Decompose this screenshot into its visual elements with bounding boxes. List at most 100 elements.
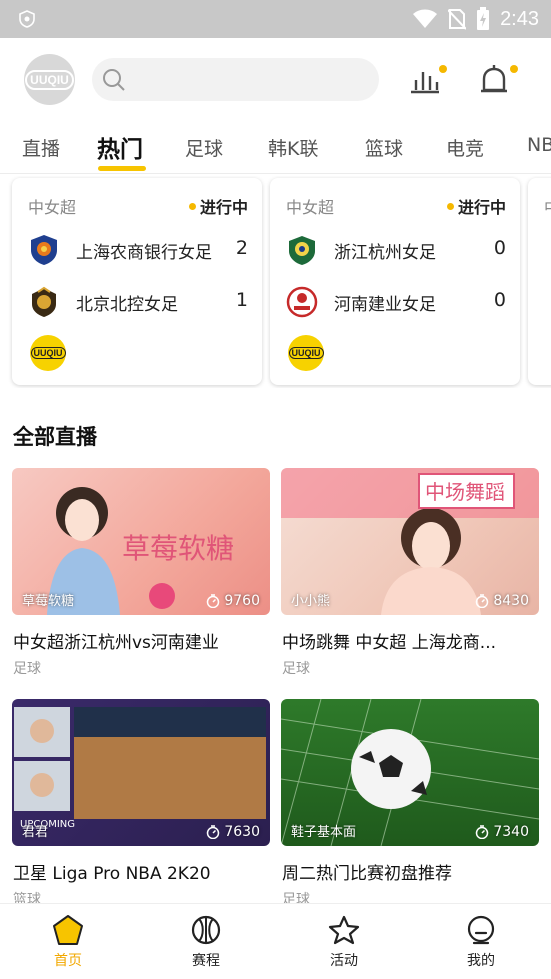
stream-thumbnail: 中场舞蹈 小小熊 8430 [281, 468, 539, 615]
team-crest-icon [286, 286, 318, 318]
viewer-count-text: 9760 [224, 593, 260, 609]
match-status: 进行中 [188, 194, 248, 218]
league-name: 中女超 [28, 198, 77, 217]
tab-esports[interactable]: 电竞 [446, 134, 484, 161]
viewer-count-text: 7630 [224, 824, 260, 840]
wifi-icon [413, 9, 438, 28]
star-icon [328, 915, 360, 945]
viewer-icon [476, 594, 489, 608]
broadcaster-badge: UUQIU [30, 335, 66, 371]
tab-live[interactable]: 直播 [22, 134, 60, 161]
battery-charging-icon [477, 7, 490, 30]
viewer-icon [207, 594, 220, 608]
viewer-icon [207, 825, 220, 839]
stream-category: 足球 [13, 661, 41, 677]
logo-text: UUQIU [25, 69, 74, 90]
tab-nba[interactable]: NBA [527, 134, 551, 156]
badge-text: UUQIU [288, 347, 324, 359]
home-team-row: 浙江杭州女足 0 [286, 232, 506, 268]
bell-icon [481, 65, 507, 93]
nav-schedule[interactable]: 赛程 [146, 904, 266, 979]
thumbnail-overlay-text: 草莓软糖 [122, 532, 234, 565]
section-title: 全部直播 [13, 425, 97, 449]
viewer-count-text: 7340 [493, 824, 529, 840]
nav-activity[interactable]: 活动 [284, 904, 404, 979]
team-crest-icon [289, 236, 315, 265]
stream-title: 周二热门比赛初盘推荐 [282, 864, 452, 884]
streamer-name: 小小熊 [291, 594, 331, 609]
match-card-partial[interactable]: 中 [528, 178, 551, 385]
profile-icon [467, 915, 495, 945]
ranking-button[interactable] [405, 60, 447, 100]
team-score: 2 [235, 237, 248, 259]
team-name: 上海农商银行女足 [76, 243, 212, 263]
team-name: 浙江杭州女足 [334, 243, 436, 263]
live-dot [446, 202, 454, 210]
basketball-icon [191, 915, 221, 945]
team-score: 0 [493, 237, 506, 259]
nav-label: 首页 [54, 953, 82, 969]
live-stream-card[interactable]: 鞋子基本面 7340 周二热门比赛初盘推荐 足球 [281, 699, 539, 908]
streamer-name: 君君 [22, 825, 49, 840]
league-name: 中女超 [286, 198, 335, 217]
match-carousel: 中女超 进行中 上海农商银行女足 2 北京北控女足 1 UUQIU 中女超 进行… [0, 176, 551, 388]
status-text: 进行中 [199, 198, 248, 217]
match-card[interactable]: 中女超 进行中 浙江杭州女足 0 河南建业女足 0 UUQIU [270, 178, 520, 385]
viewer-count-text: 8430 [493, 593, 529, 609]
active-tab-indicator [98, 166, 146, 171]
stream-thumbnail: 鞋子基本面 7340 [281, 699, 539, 846]
streamer-name: 草莓软糖 [22, 594, 75, 609]
stream-thumbnail: 草莓软糖 草莓软糖 9760 [12, 468, 270, 615]
no-sim-icon [448, 9, 467, 30]
team-crest-icon [32, 286, 56, 317]
home-icon [53, 915, 83, 945]
live-stream-card[interactable]: UPCOMING 君君 7630 卫星 Liga Pro NBA 2K20 篮球 [12, 699, 270, 908]
team-score: 1 [235, 289, 248, 311]
thumbnail-overlay-text: 中场舞蹈 [425, 480, 505, 504]
viewer-count: 8430 [475, 593, 529, 609]
nav-label: 活动 [330, 953, 358, 969]
team-score: 0 [493, 289, 506, 311]
broadcaster-badge: UUQIU [288, 335, 324, 371]
category-tabs: 直播 热门 足球 韩K联 篮球 电竞 NBA [0, 122, 551, 174]
bottom-navigation: 首页 赛程 活动 我的 [0, 903, 551, 979]
nav-profile[interactable]: 我的 [421, 904, 541, 979]
shield-icon [19, 10, 35, 28]
status-text: 进行中 [457, 198, 506, 217]
viewer-count: 7340 [475, 824, 529, 840]
tab-hot[interactable]: 热门 [97, 130, 143, 164]
live-dot [188, 202, 196, 210]
notifications-button[interactable] [474, 60, 518, 100]
team-name: 北京北控女足 [76, 295, 178, 315]
nav-label: 赛程 [192, 953, 220, 969]
viewer-count: 7630 [206, 824, 260, 840]
viewer-count: 9760 [206, 593, 260, 609]
notification-dot [510, 65, 518, 73]
app-logo[interactable]: UUQIU [24, 54, 75, 105]
home-team-row: 上海农商银行女足 2 [28, 232, 248, 268]
tab-basketball[interactable]: 篮球 [365, 134, 403, 161]
clock: 2:43 [500, 7, 539, 30]
stream-category: 足球 [282, 661, 310, 677]
match-card[interactable]: 中女超 进行中 上海农商银行女足 2 北京北控女足 1 UUQIU [12, 178, 262, 385]
search-bar[interactable] [92, 58, 379, 101]
live-stream-card[interactable]: 中场舞蹈 小小熊 8430 中场跳舞 中女超 上海龙商... 足球 [281, 468, 539, 677]
tab-k-league[interactable]: 韩K联 [268, 134, 318, 161]
stream-title: 卫星 Liga Pro NBA 2K20 [13, 864, 211, 884]
nav-label: 我的 [467, 953, 495, 969]
badge-text: UUQIU [30, 347, 66, 359]
nav-home[interactable]: 首页 [8, 904, 128, 979]
away-team-row: 河南建业女足 0 [286, 284, 506, 320]
status-bar: 2:43 [0, 0, 551, 38]
live-stream-card[interactable]: 草莓软糖 草莓软糖 9760 中女超浙江杭州vs河南建业 足球 [12, 468, 270, 677]
league-name: 中 [544, 194, 551, 218]
app-header: UUQIU [0, 38, 551, 122]
stream-thumbnail: UPCOMING 君君 7630 [12, 699, 270, 846]
team-name: 河南建业女足 [334, 295, 436, 315]
viewer-icon [476, 825, 489, 839]
away-team-row: 北京北控女足 1 [28, 284, 248, 320]
tab-football[interactable]: 足球 [185, 134, 223, 161]
search-icon [103, 69, 125, 91]
match-status: 进行中 [446, 194, 506, 218]
stream-title: 中女超浙江杭州vs河南建业 [13, 633, 219, 653]
